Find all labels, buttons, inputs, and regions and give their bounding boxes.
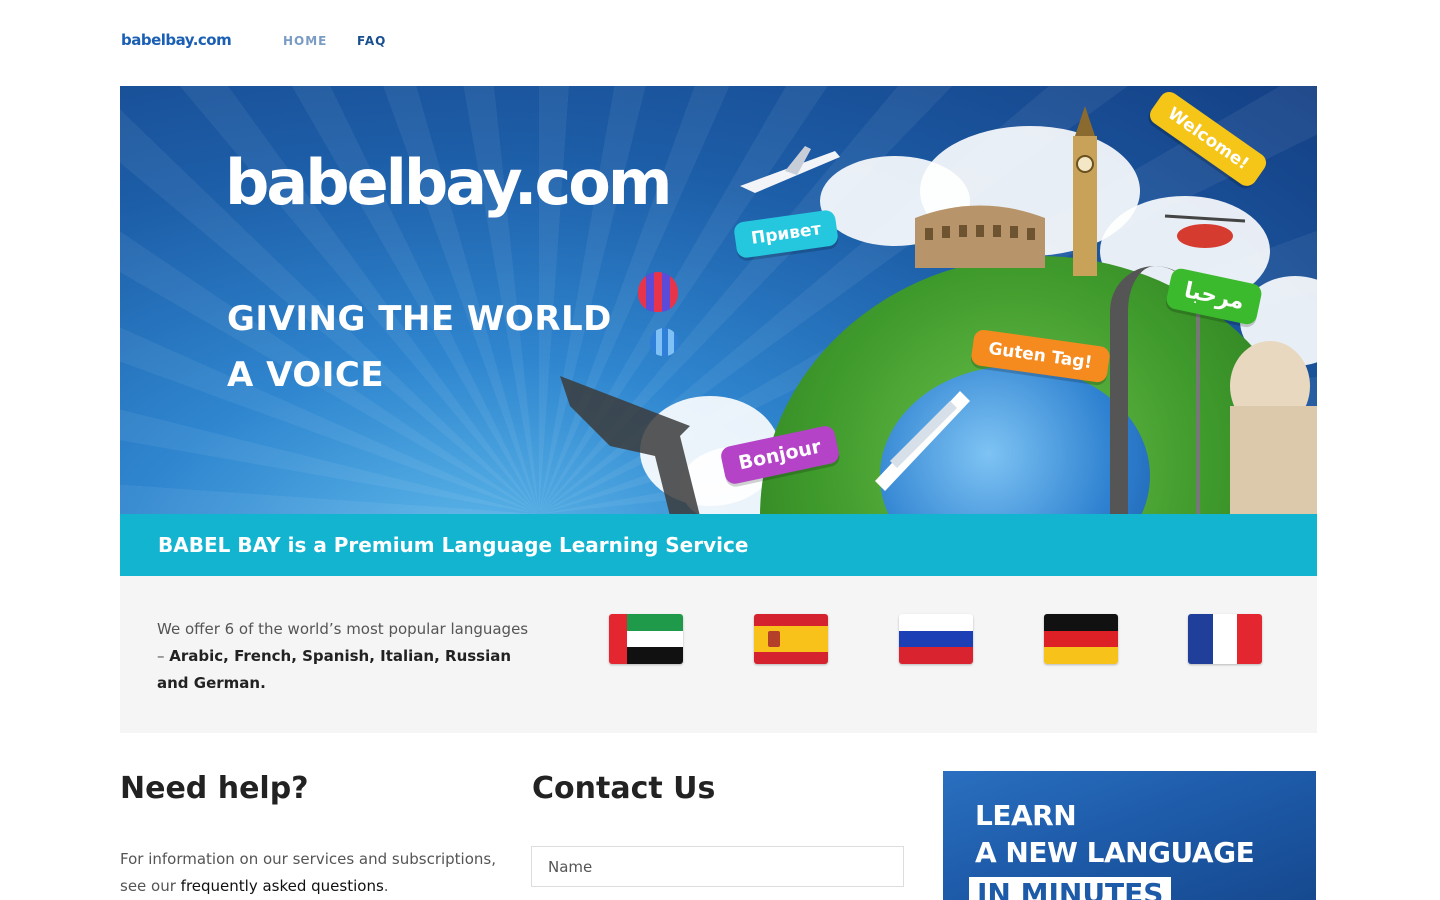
- nav-faq-link[interactable]: FAQ: [357, 34, 386, 48]
- service-banner-text: BABEL BAY is a Premium Language Learning…: [158, 533, 749, 557]
- faq-link[interactable]: frequently asked questions: [181, 877, 384, 895]
- need-help-heading: Need help?: [120, 771, 309, 806]
- hero-banner: babelbay.com GIVING THE WORLD A VOICE Пр…: [120, 86, 1317, 514]
- languages-list: Arabic, French, Spanish, Italian, Russia…: [157, 647, 512, 692]
- cruise-ship-icon: [875, 391, 970, 491]
- russia-flag-icon: [899, 614, 973, 664]
- airplane-icon: [740, 146, 840, 193]
- ad-line-1: LEARN: [975, 799, 1077, 832]
- site-logo[interactable]: babelbay.com: [121, 31, 232, 49]
- ad-line-3: IN MINUTES: [969, 877, 1172, 900]
- service-banner-strip: BABEL BAY is a Premium Language Learning…: [120, 514, 1317, 576]
- top-navigation: babelbay.com HOME FAQ: [0, 0, 1440, 86]
- uae-flag-icon: [609, 614, 683, 664]
- languages-panel: We offer 6 of the world’s most popular l…: [120, 576, 1317, 733]
- help-text-after: .: [383, 877, 389, 895]
- france-flag-icon: [1188, 614, 1262, 664]
- languages-description: We offer 6 of the world’s most popular l…: [157, 616, 537, 697]
- tagline-line-1: GIVING THE WORLD: [227, 299, 612, 339]
- hero-brand-logo: babelbay.com: [225, 146, 672, 219]
- name-input[interactable]: [531, 846, 904, 887]
- big-ben-icon: [1073, 106, 1097, 276]
- germany-flag-icon: [1044, 614, 1118, 664]
- ad-line-2: A NEW LANGUAGE: [975, 836, 1255, 869]
- contact-us-heading: Contact Us: [532, 771, 716, 806]
- tagline-line-2: A VOICE: [227, 355, 385, 395]
- spain-flag-icon: [754, 614, 828, 664]
- taj-mahal-icon: [1230, 341, 1317, 514]
- help-text: For information on our services and subs…: [120, 846, 500, 900]
- nav-home-link[interactable]: HOME: [283, 34, 327, 48]
- helicopter-icon: [1164, 214, 1246, 248]
- hot-air-balloon-icon: [638, 272, 678, 312]
- colosseum-icon: [915, 205, 1045, 268]
- hot-air-balloon-icon: [650, 328, 678, 356]
- learn-language-ad[interactable]: LEARN A NEW LANGUAGE IN MINUTES: [943, 771, 1316, 900]
- hero-tagline: GIVING THE WORLD A VOICE: [227, 291, 612, 403]
